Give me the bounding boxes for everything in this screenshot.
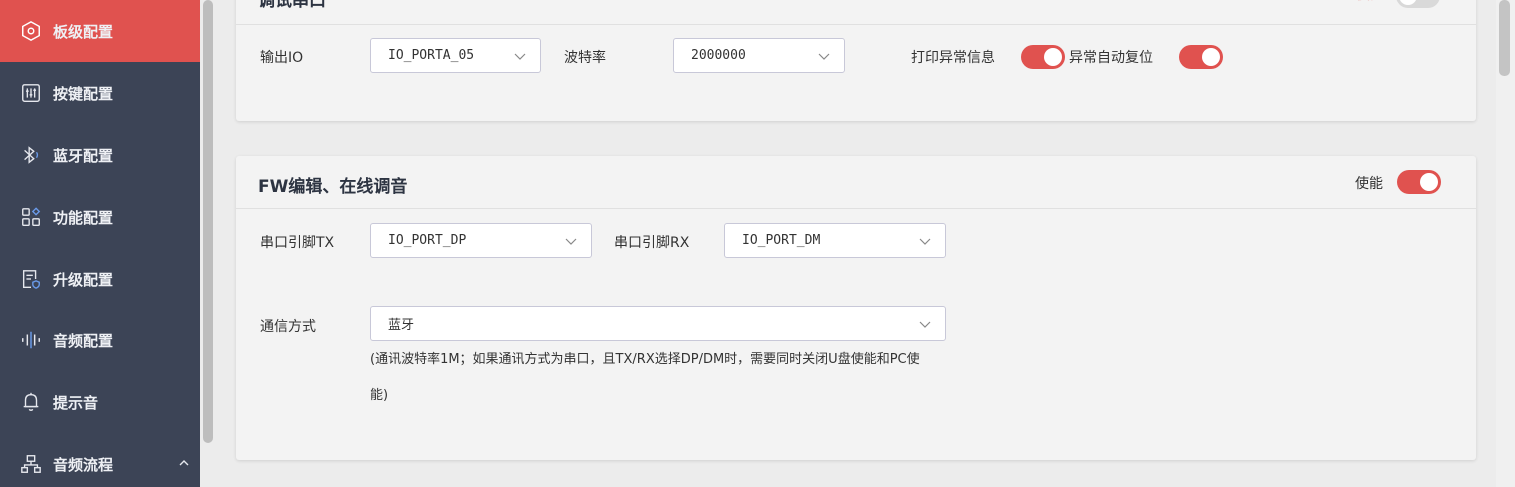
hierarchy-icon [20,453,42,475]
hexagon-settings-icon [20,20,42,42]
select-value: IO_PORT_DP [388,233,467,248]
sidebar-item-label: 板级配置 [53,22,114,41]
enable-label: 使能 [1356,0,1384,4]
chevron-down-icon [919,321,931,328]
chevron-down-icon [514,53,526,60]
bluetooth-icon [20,144,42,166]
card-title: 调试串口 [258,0,326,11]
sidebar-item-audio-flow[interactable]: 音频流程 [0,433,200,487]
card-title: FW编辑、在线调音 [258,177,408,197]
fw-enable-toggle[interactable] [1397,170,1441,194]
sidebar-item-bluetooth-config[interactable]: 蓝牙配置 [0,124,200,186]
print-error-toggle[interactable] [1021,45,1065,69]
chevron-down-icon [565,238,577,245]
print-error-label: 打印异常信息 [911,50,995,66]
card-header: 调试串口 使能 [236,0,1476,25]
sidebar: 板级配置 按键配置 蓝牙配置 功能配置 升级配置 音频配置 提示音 音频流程 [0,0,200,487]
note-line: (通讯波特率1M；如果通讯方式为串口，且TX/RX选择DP/DM时，需要同时关闭… [370,352,920,367]
enable-label: 使能 [1355,176,1383,192]
sidebar-scrollbar-thumb[interactable] [203,0,213,443]
fw-edit-card: FW编辑、在线调音 使能 串口引脚TX IO_PORT_DP 串口引脚RX IO… [236,156,1476,460]
baud-rate-select[interactable]: 2000000 [673,38,845,73]
output-io-label: 输出IO [260,50,304,66]
comm-mode-select[interactable]: 蓝牙 [370,306,946,341]
card-header: FW编辑、在线调音 使能 [236,156,1476,209]
sidebar-item-label: 音频流程 [53,455,114,474]
grid-diamond-icon [20,206,42,228]
sidebar-item-key-config[interactable]: 按键配置 [0,62,200,124]
comm-mode-note: (通讯波特率1M；如果通讯方式为串口，且TX/RX选择DP/DM时，需要同时关闭… [370,342,940,414]
chevron-down-icon [818,53,830,60]
rx-pin-select[interactable]: IO_PORT_DM [724,223,946,258]
select-value: IO_PORT_DM [742,233,821,248]
select-value: 2000000 [691,48,746,63]
debug-enable-toggle[interactable] [1396,0,1440,8]
sidebar-item-board-config[interactable]: 板级配置 [0,0,200,62]
audio-wave-icon [20,329,42,351]
bell-icon [20,391,42,413]
sidebar-item-label: 音频配置 [53,331,114,350]
rx-pin-label: 串口引脚RX [614,235,690,251]
document-shield-icon [20,268,42,290]
sidebar-item-upgrade-config[interactable]: 升级配置 [0,248,200,310]
sidebar-item-label: 按键配置 [53,84,114,103]
debug-serial-card: 调试串口 使能 输出IO IO_PORTA_05 波特率 2000000 打印异… [236,0,1476,121]
auto-reset-label: 异常自动复位 [1069,50,1153,66]
sidebar-item-function-config[interactable]: 功能配置 [0,186,200,248]
sidebar-item-label: 升级配置 [53,270,114,289]
sliders-icon [20,82,42,104]
select-value: IO_PORTA_05 [388,48,475,63]
output-io-select[interactable]: IO_PORTA_05 [370,38,541,73]
select-value: 蓝牙 [388,318,415,333]
sidebar-item-label: 蓝牙配置 [53,146,114,165]
chevron-down-icon [919,238,931,245]
sidebar-item-audio-config[interactable]: 音频配置 [0,309,200,371]
sidebar-item-label: 功能配置 [53,208,114,227]
sidebar-item-prompt-tone[interactable]: 提示音 [0,371,200,433]
page-scrollbar-thumb[interactable] [1499,0,1510,76]
sidebar-item-label: 提示音 [53,393,99,412]
chevron-up-icon[interactable] [178,457,190,469]
auto-reset-toggle[interactable] [1179,45,1223,69]
baud-rate-label: 波特率 [564,50,606,66]
note-line: 能) [370,388,389,403]
tx-pin-label: 串口引脚TX [260,235,335,251]
tx-pin-select[interactable]: IO_PORT_DP [370,223,592,258]
comm-mode-label: 通信方式 [260,319,316,335]
